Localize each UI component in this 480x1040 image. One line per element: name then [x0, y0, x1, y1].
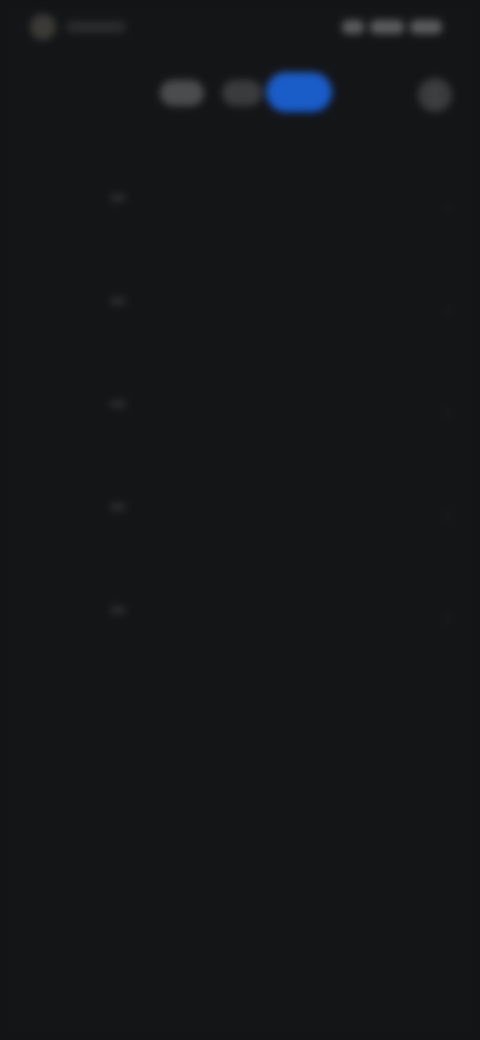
battery-icon [410, 20, 442, 34]
chevron-right-icon: › [444, 610, 450, 627]
app-icon [30, 14, 56, 40]
chevron-right-icon: › [444, 301, 450, 318]
signal-icon [342, 20, 364, 34]
status-bar [0, 0, 480, 60]
list-item-label [110, 606, 126, 614]
tab-2[interactable] [222, 80, 262, 106]
network-icon [370, 20, 404, 34]
chevron-right-icon: › [444, 198, 450, 215]
list-item[interactable]: › [110, 283, 450, 386]
list-item-label [110, 503, 126, 511]
list-item-label [110, 297, 126, 305]
top-tab-row: ⋮ [0, 66, 480, 122]
menu-list: › › › › › [110, 180, 450, 695]
status-left-text [66, 21, 126, 33]
list-item[interactable]: › [110, 592, 450, 695]
screen: ⋮ › › › › › [0, 0, 480, 1040]
more-icon[interactable]: ⋮ [418, 78, 452, 112]
list-item[interactable]: › [110, 386, 450, 489]
list-item-label [110, 400, 126, 408]
list-item[interactable]: › [110, 180, 450, 283]
chevron-right-icon: › [444, 404, 450, 421]
tab-3-active[interactable] [266, 72, 332, 112]
status-right [342, 20, 448, 34]
chevron-right-icon: › [444, 507, 450, 524]
status-left [30, 14, 126, 40]
tab-1[interactable] [160, 80, 204, 106]
list-item[interactable]: › [110, 489, 450, 592]
list-item-label [110, 194, 126, 202]
